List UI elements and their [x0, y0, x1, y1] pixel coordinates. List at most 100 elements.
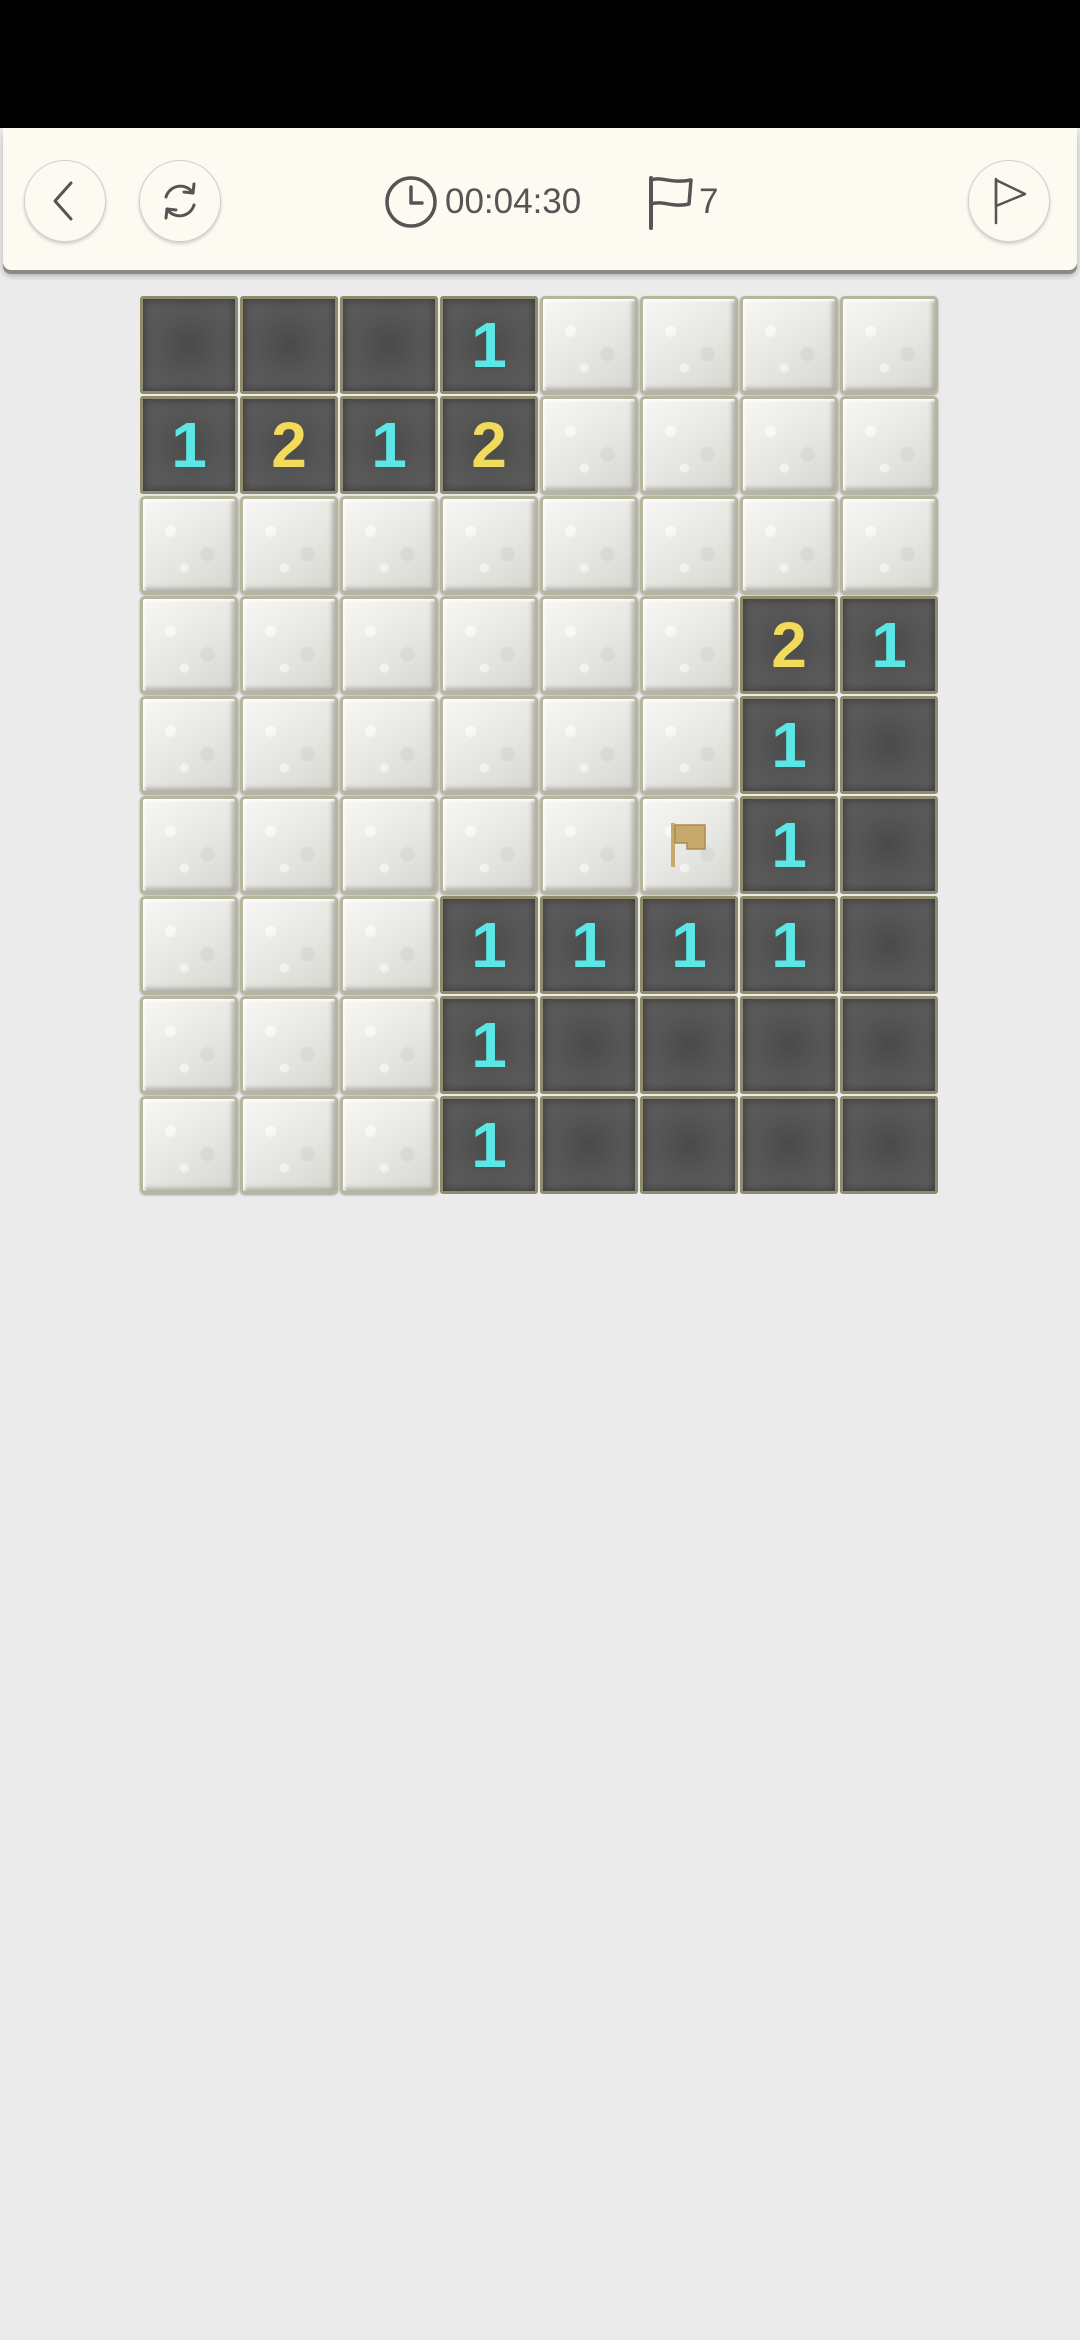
revealed-empty-cell[interactable]	[640, 996, 738, 1094]
cell-number: 1	[471, 909, 507, 981]
cell-number: 1	[471, 1109, 507, 1181]
timer-value: 00:04:30	[445, 182, 582, 221]
hidden-cell[interactable]	[140, 996, 238, 1094]
hidden-cell[interactable]	[540, 296, 638, 394]
cell-number: 1	[371, 409, 407, 481]
cell-number: 1	[771, 809, 807, 881]
revealed-empty-cell[interactable]	[840, 796, 938, 894]
hidden-cell[interactable]	[840, 396, 938, 494]
flag-icon	[671, 823, 706, 867]
hidden-cell[interactable]	[540, 596, 638, 694]
cell-number: 2	[271, 409, 307, 481]
clock-icon	[385, 176, 437, 228]
flag-mode-button[interactable]	[968, 160, 1050, 242]
hidden-cell[interactable]	[540, 696, 638, 794]
revealed-number-cell[interactable]: 1	[840, 596, 938, 694]
cell-number: 1	[771, 709, 807, 781]
hidden-cell[interactable]	[440, 796, 538, 894]
hidden-cell[interactable]	[640, 696, 738, 794]
hidden-cell[interactable]	[840, 296, 938, 394]
cell-number: 2	[471, 409, 507, 481]
hidden-cell[interactable]	[140, 496, 238, 594]
hidden-cell[interactable]	[540, 396, 638, 494]
revealed-number-cell[interactable]: 1	[740, 896, 838, 994]
flag-icon	[649, 176, 693, 230]
cell-number: 1	[571, 909, 607, 981]
game-toolbar: 00:04:30 7	[3, 128, 1077, 270]
flagged-cell[interactable]	[640, 796, 738, 894]
hidden-cell[interactable]	[340, 496, 438, 594]
revealed-number-cell[interactable]: 1	[740, 796, 838, 894]
hidden-cell[interactable]	[240, 996, 338, 1094]
cell-number: 1	[171, 409, 207, 481]
revealed-number-cell[interactable]: 1	[140, 396, 238, 494]
hidden-cell[interactable]	[740, 496, 838, 594]
revealed-number-cell[interactable]: 1	[540, 896, 638, 994]
hidden-cell[interactable]	[340, 696, 438, 794]
hidden-cell[interactable]	[340, 796, 438, 894]
hidden-cell[interactable]	[140, 1096, 238, 1194]
revealed-empty-cell[interactable]	[840, 1096, 938, 1194]
revealed-number-cell[interactable]: 1	[440, 296, 538, 394]
hidden-cell[interactable]	[440, 596, 538, 694]
hidden-cell[interactable]	[240, 1096, 338, 1194]
hidden-cell[interactable]	[240, 496, 338, 594]
hidden-cell[interactable]	[640, 596, 738, 694]
hidden-cell[interactable]	[740, 396, 838, 494]
revealed-empty-cell[interactable]	[540, 1096, 638, 1194]
revealed-number-cell[interactable]: 1	[440, 1096, 538, 1194]
revealed-number-cell[interactable]: 1	[340, 396, 438, 494]
revealed-number-cell[interactable]: 1	[640, 896, 738, 994]
revealed-empty-cell[interactable]	[340, 296, 438, 394]
revealed-empty-cell[interactable]	[540, 996, 638, 1094]
chevron-left-icon	[53, 181, 73, 221]
revealed-number-cell[interactable]: 2	[440, 396, 538, 494]
revealed-empty-cell[interactable]	[140, 296, 238, 394]
hidden-cell[interactable]	[440, 496, 538, 594]
hidden-cell[interactable]	[340, 1096, 438, 1194]
revealed-empty-cell[interactable]	[240, 296, 338, 394]
hidden-cell[interactable]	[340, 996, 438, 1094]
revealed-number-cell[interactable]: 1	[740, 696, 838, 794]
flag-outline-icon	[994, 177, 1027, 225]
revealed-empty-cell[interactable]	[740, 996, 838, 1094]
hidden-cell[interactable]	[840, 496, 938, 594]
revealed-empty-cell[interactable]	[740, 1096, 838, 1194]
revealed-number-cell[interactable]: 2	[740, 596, 838, 694]
revealed-empty-cell[interactable]	[840, 996, 938, 1094]
revealed-empty-cell[interactable]	[840, 696, 938, 794]
status-bar	[0, 0, 1080, 128]
hidden-cell[interactable]	[140, 796, 238, 894]
minefield-board: 112122111111111	[140, 296, 940, 1196]
flag-counter: 7	[645, 174, 718, 230]
cell-number: 1	[471, 309, 507, 381]
revealed-number-cell[interactable]: 2	[240, 396, 338, 494]
refresh-icon	[164, 182, 196, 220]
hidden-cell[interactable]	[440, 696, 538, 794]
hidden-cell[interactable]	[340, 596, 438, 694]
hidden-cell[interactable]	[240, 796, 338, 894]
revealed-empty-cell[interactable]	[840, 896, 938, 994]
restart-button[interactable]	[139, 160, 221, 242]
hidden-cell[interactable]	[140, 896, 238, 994]
hidden-cell[interactable]	[740, 296, 838, 394]
hidden-cell[interactable]	[140, 696, 238, 794]
hidden-cell[interactable]	[640, 296, 738, 394]
hidden-cell[interactable]	[340, 896, 438, 994]
cell-number: 1	[771, 909, 807, 981]
hidden-cell[interactable]	[240, 696, 338, 794]
hidden-cell[interactable]	[240, 896, 338, 994]
revealed-empty-cell[interactable]	[640, 1096, 738, 1194]
back-button[interactable]	[24, 160, 106, 242]
cell-number: 1	[671, 909, 707, 981]
hidden-cell[interactable]	[640, 396, 738, 494]
cell-number: 1	[471, 1009, 507, 1081]
hidden-cell[interactable]	[640, 496, 738, 594]
revealed-number-cell[interactable]: 1	[440, 896, 538, 994]
revealed-number-cell[interactable]: 1	[440, 996, 538, 1094]
hidden-cell[interactable]	[540, 796, 638, 894]
hidden-cell[interactable]	[540, 496, 638, 594]
hidden-cell[interactable]	[140, 596, 238, 694]
hidden-cell[interactable]	[240, 596, 338, 694]
flags-remaining: 7	[699, 182, 719, 221]
